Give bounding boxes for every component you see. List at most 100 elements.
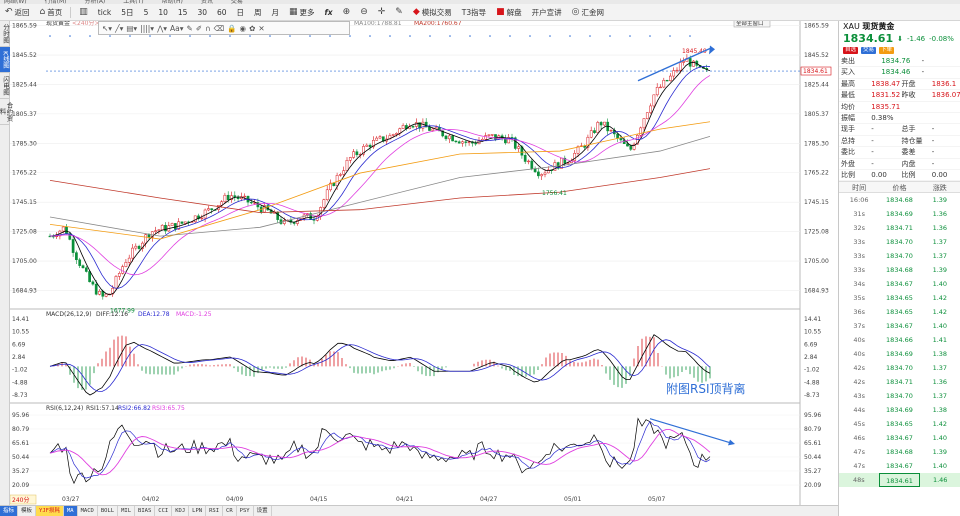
indicator-tab[interactable]: 指标	[0, 506, 19, 516]
pen-button[interactable]: ✎	[390, 7, 408, 17]
order-button[interactable]: 下单	[879, 47, 895, 54]
candle	[692, 60, 695, 67]
back-button[interactable]: ↶ 返回	[0, 7, 35, 18]
candle	[236, 196, 240, 200]
candle	[144, 234, 148, 244]
eye-icon[interactable]: ◉	[240, 24, 247, 33]
indicator-tab[interactable]: 模板	[18, 506, 37, 516]
rsi-tick-label: 20.09	[804, 482, 821, 489]
period-button[interactable]: 30	[192, 7, 212, 18]
side-tab[interactable]: K线图	[0, 47, 10, 73]
huijin-button[interactable]: ◎ 汇金网	[567, 7, 609, 18]
indicator-tab[interactable]: PSY	[237, 506, 254, 516]
close-icon[interactable]: ✕	[258, 24, 264, 33]
side-tab[interactable]: 闪电图	[0, 73, 10, 99]
ma10-line	[49, 65, 711, 289]
rsi-tick-label-left: 65.61	[12, 440, 29, 447]
indicator-tab[interactable]: CCI	[155, 506, 173, 516]
tick-row: 47s 1834.68 1.39	[853, 448, 948, 457]
candle	[170, 223, 174, 226]
formula-button[interactable]: fx	[320, 8, 338, 17]
cross-button[interactable]: ✛	[373, 7, 391, 17]
tick-row: 37s 1834.67 1.40	[853, 322, 948, 331]
candle	[645, 112, 649, 119]
indicator-tab[interactable]: CR	[223, 506, 237, 516]
indicator-tab[interactable]: BIAS	[135, 506, 156, 516]
candle	[530, 160, 534, 169]
candle	[451, 135, 454, 142]
side-tab[interactable]: 合约资料	[0, 99, 13, 125]
fib-tool-icon[interactable]: ||||▾	[140, 24, 154, 33]
chart-area[interactable]: 1865.59 1865.59 1845.52 1845.52 1825.44 1825.…	[9, 19, 838, 505]
candle	[332, 182, 336, 187]
indicator-tab[interactable]: LPN	[189, 506, 207, 516]
kline-icon-button[interactable]: ▥	[74, 7, 93, 17]
period-badge[interactable]: 240分	[12, 496, 29, 504]
candle	[276, 211, 280, 220]
eraser-icon[interactable]: ⌫	[214, 24, 225, 33]
indicator-tab[interactable]: YJF损耗	[36, 506, 64, 516]
indicator-tab[interactable]: MIL	[118, 506, 136, 516]
price-tick-label-left: 1845.52	[12, 52, 37, 59]
line-tool-icon[interactable]: ╱▾	[115, 24, 123, 33]
full-screen-button[interactable]: 全部主窗口	[736, 19, 764, 27]
magnet-icon[interactable]: ∩	[205, 24, 211, 33]
period-button[interactable]: 10	[153, 7, 173, 18]
sim-trade-button[interactable]: ◆ 模拟交易	[408, 7, 457, 18]
tick-list[interactable]: 16:06 1834.68 1.39 31s 1834.69 1.36 32s 1834.71…	[839, 193, 960, 488]
indicator-tab[interactable]: MACD	[78, 506, 98, 516]
period-button[interactable]: 月	[267, 7, 285, 18]
zoom-in-button[interactable]: ⊕	[338, 7, 356, 17]
macd-tick-label: 2.84	[804, 354, 818, 361]
period-button[interactable]: 周	[249, 7, 267, 18]
favorite-button[interactable]: 自选	[843, 47, 859, 54]
tick-row: 48s 1834.61 1.46	[839, 473, 960, 488]
ma100-text: MA100:1788.81	[354, 21, 402, 27]
trade-button[interactable]: 交易	[861, 47, 877, 54]
more-button[interactable]: ▦ 更多	[284, 7, 320, 18]
settings-icon[interactable]: ✿	[249, 24, 255, 33]
text-tool-icon[interactable]: Aa▾	[170, 24, 184, 33]
wave-tool-icon[interactable]: ⋀▾	[157, 24, 167, 33]
indicator-tab[interactable]: KDJ	[172, 506, 190, 516]
t3-button[interactable]: T3指导	[457, 7, 491, 18]
rsi3-val: RSI3:65.75	[152, 405, 185, 412]
indicator-tab[interactable]: 设置	[254, 506, 272, 516]
candle	[174, 223, 177, 230]
indicator-tab[interactable]: RSI	[206, 506, 224, 516]
down-arrow-icon: ⬇	[897, 34, 903, 43]
indicator-tab[interactable]: MA	[63, 506, 78, 516]
period-button[interactable]: 日	[232, 7, 250, 18]
current-price-tag: 1834.61	[803, 68, 828, 75]
macd-tick-label-left: 14.41	[12, 316, 29, 323]
period-button[interactable]: 5	[139, 7, 154, 18]
rsi-tick-label-left: 50.44	[12, 454, 29, 461]
zoom-out-button[interactable]: ⊖	[355, 7, 373, 17]
candle	[114, 276, 118, 289]
marker-icon[interactable]: ✐	[196, 24, 202, 33]
period-button[interactable]: 60	[212, 7, 232, 18]
rect-tool-icon[interactable]: ▤▾	[126, 24, 137, 33]
tick-row: 44s 1834.69 1.38	[853, 406, 948, 415]
home-button[interactable]: ⌂ 首页	[35, 7, 68, 18]
period-button[interactable]: 5日	[116, 7, 138, 18]
lock-icon[interactable]: 🔒	[227, 24, 236, 33]
candle	[682, 61, 685, 63]
indicator-bar: 指标 模板 YJF损耗 MA MACD BOLL MIL BIAS CCI KDJ LPN RSI CR…	[0, 505, 838, 516]
period-button[interactable]: 15	[173, 7, 193, 18]
side-tab[interactable]: 分时图	[0, 21, 10, 47]
indicator-tab[interactable]: BOLL	[98, 506, 119, 516]
toolbar: ↶ 返回 ⌂ 首页 ▥ tick 5日 5 10 15 30 60 日周月 ▦ 更多 fx ⊕ ⊖…	[0, 4, 960, 21]
tick-row: 43s 1834.70 1.37	[853, 392, 948, 401]
brush-icon[interactable]: ✎	[187, 24, 193, 33]
chart-svg[interactable]: 1865.59 1865.59 1845.52 1845.52 1825.44 1825.…	[9, 19, 838, 505]
tick-row: 45s 1834.65 1.42	[853, 420, 948, 429]
cursor-icon[interactable]: ↖▾	[102, 24, 112, 33]
price-tick-label: 1745.15	[804, 199, 829, 206]
candle	[490, 134, 494, 136]
open-account-button[interactable]: 开户宣讲	[527, 7, 567, 18]
hot-button[interactable]: ■ 解盘	[491, 7, 527, 18]
tick-button[interactable]: tick	[93, 8, 117, 17]
candle	[81, 265, 85, 269]
trade-icon: ◆	[412, 7, 420, 17]
